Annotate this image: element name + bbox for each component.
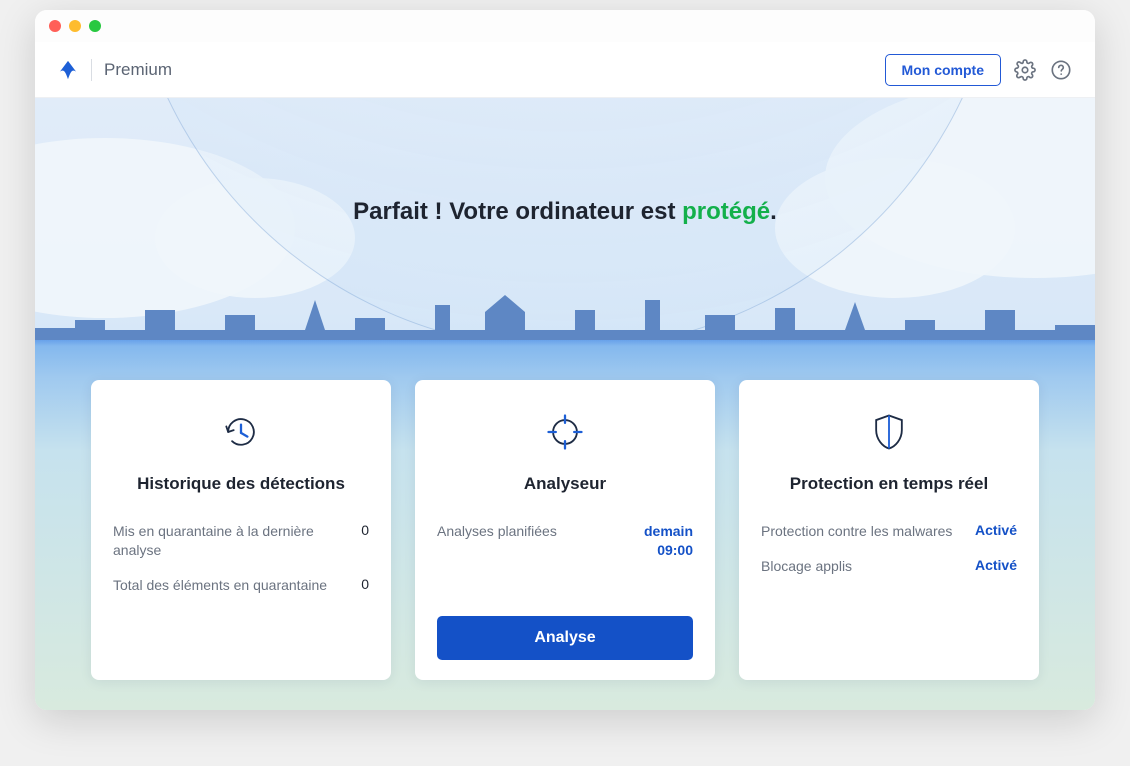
protection-row-label: Protection contre les malwares: [761, 522, 963, 541]
account-button[interactable]: Mon compte: [885, 54, 1001, 86]
product-name: Premium: [104, 60, 172, 80]
cards-row: Historique des détections Mis en quarant…: [35, 380, 1095, 680]
history-card-title: Historique des détections: [113, 474, 369, 494]
close-window-icon[interactable]: [49, 20, 61, 32]
settings-icon[interactable]: [1013, 58, 1037, 82]
minimize-window-icon[interactable]: [69, 20, 81, 32]
history-row-value: 0: [361, 522, 369, 538]
status-highlight: protégé: [682, 198, 770, 225]
cloud-decoration: [775, 158, 1015, 298]
scheduled-scan-label: Analyses planifiées: [437, 522, 632, 541]
protection-row-value[interactable]: Activé: [975, 522, 1017, 538]
header: Premium Mon compte: [35, 42, 1095, 98]
hero-area: Parfait ! Votre ordinateur est protégé. …: [35, 98, 1095, 710]
shield-icon: [761, 404, 1017, 460]
protection-card-title: Protection en temps réel: [761, 474, 1017, 494]
realtime-protection-card[interactable]: Protection en temps réel Protection cont…: [739, 380, 1039, 680]
protection-row: Blocage applis Activé: [761, 557, 1017, 576]
header-divider: [91, 59, 92, 81]
history-row-label: Total des éléments en quarantaine: [113, 576, 349, 595]
history-row-label: Mis en quarantaine à la dernière analyse: [113, 522, 349, 560]
protection-row: Protection contre les malwares Activé: [761, 522, 1017, 541]
history-row: Total des éléments en quarantaine 0: [113, 576, 369, 595]
titlebar: [35, 10, 1095, 42]
status-message: Parfait ! Votre ordinateur est protégé.: [35, 198, 1095, 226]
status-prefix: Parfait ! Votre ordinateur est: [353, 198, 682, 225]
scanner-card-title: Analyseur: [437, 474, 693, 494]
protection-row-label: Blocage applis: [761, 557, 963, 576]
help-icon[interactable]: [1049, 58, 1073, 82]
app-logo-icon: [57, 59, 79, 81]
app-window: Premium Mon compte Parfait ! Votre ordin…: [35, 10, 1095, 710]
history-icon: [113, 404, 369, 460]
scheduled-scan-value[interactable]: demain 09:00: [644, 522, 693, 560]
scheduled-scan-row: Analyses planifiées demain 09:00: [437, 522, 693, 560]
detection-history-card[interactable]: Historique des détections Mis en quarant…: [91, 380, 391, 680]
protection-row-value[interactable]: Activé: [975, 557, 1017, 573]
history-row-value: 0: [361, 576, 369, 592]
crosshair-icon: [437, 404, 693, 460]
scanner-card[interactable]: Analyseur Analyses planifiées demain 09:…: [415, 380, 715, 680]
maximize-window-icon[interactable]: [89, 20, 101, 32]
history-row: Mis en quarantaine à la dernière analyse…: [113, 522, 369, 560]
status-suffix: .: [770, 198, 777, 225]
scan-button[interactable]: Analyse: [437, 616, 693, 660]
skyline-decoration: [35, 280, 1095, 340]
